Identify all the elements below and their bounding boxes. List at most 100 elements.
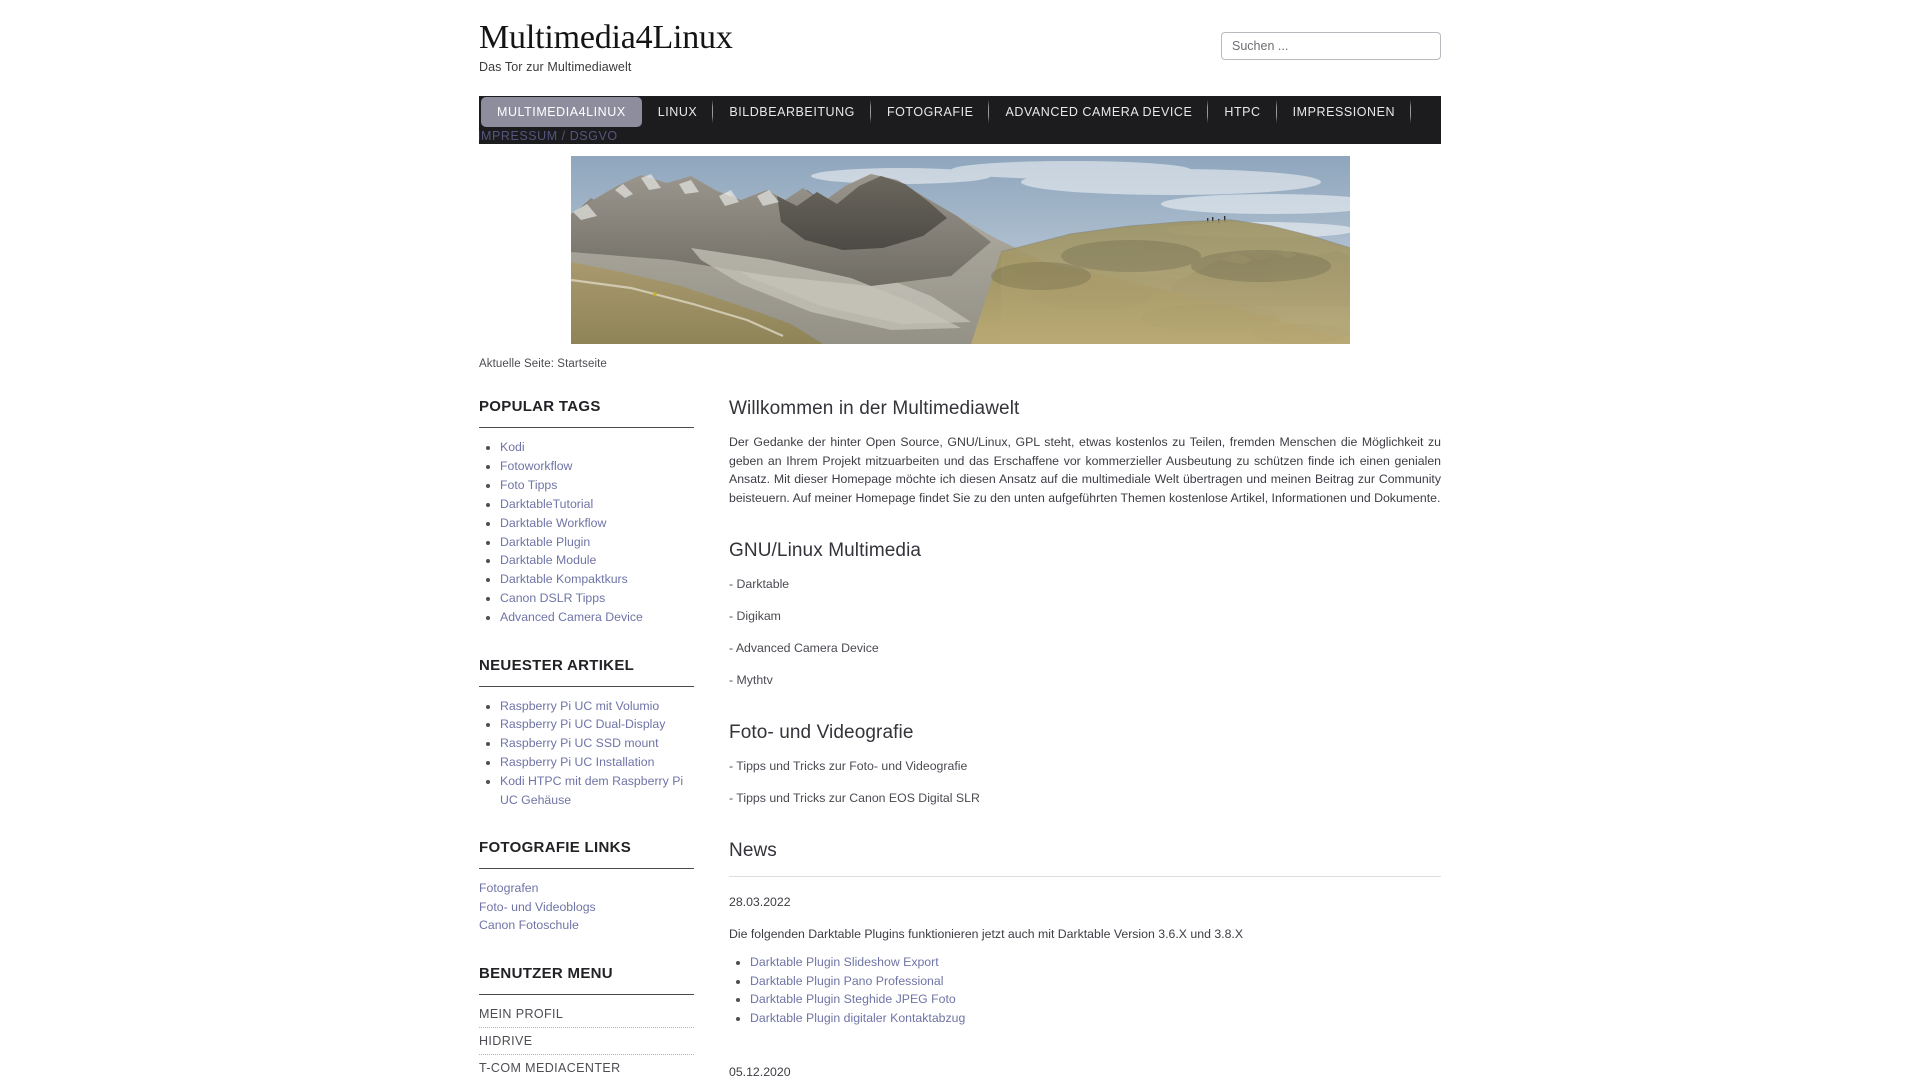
tag-link[interactable]: DarktableTutorial xyxy=(500,497,593,511)
module-latest-articles: NEUESTER ARTIKEL Raspberry Pi UC mit Vol… xyxy=(479,657,694,809)
divider xyxy=(479,994,694,996)
list-item[interactable]: Kodi xyxy=(500,438,694,456)
divider xyxy=(479,685,694,687)
news-entry: 05.12.2020 xyxy=(729,1065,1441,1079)
list-item[interactable]: Raspberry Pi UC Installation xyxy=(500,753,694,771)
tag-link[interactable]: Kodi xyxy=(500,440,525,454)
nav-item-bildbearbeitung[interactable]: BILDBEARBEITUNG xyxy=(713,96,871,127)
site-slogan: Das Tor zur Multimediawelt xyxy=(479,60,632,75)
page-root: Multimedia4Linux Das Tor zur Multimediaw… xyxy=(0,0,1920,1080)
tag-link[interactable]: Darktable Plugin xyxy=(500,535,590,549)
tag-link[interactable]: Foto Tipps xyxy=(500,478,557,492)
section-title-news: News xyxy=(729,840,777,862)
menu-item-mein-profil[interactable]: MEIN PROFIL xyxy=(479,1005,694,1029)
nav-item-fotografie[interactable]: FOTOGRAFIE xyxy=(871,96,990,127)
breadcrumb: Aktuelle Seite: Startseite xyxy=(479,358,607,370)
news-date: 05.12.2020 xyxy=(729,1065,791,1079)
search-input[interactable] xyxy=(1221,32,1441,60)
gnu-linux-item: - Advanced Camera Device xyxy=(729,641,879,656)
main-navigation: MULTIMEDIA4LINUX LINUX BILDBEARBEITUNG F… xyxy=(479,96,1441,144)
list-item[interactable]: Raspberry Pi UC mit Volumio xyxy=(500,697,694,715)
list-item[interactable]: Foto Tipps xyxy=(500,476,694,494)
tag-link[interactable]: Darktable Kompaktkurs xyxy=(500,572,628,586)
latest-articles-list: Raspberry Pi UC mit Volumio Raspberry Pi… xyxy=(479,697,694,809)
article-link[interactable]: Raspberry Pi UC Installation xyxy=(500,755,654,769)
nav-item-linux[interactable]: LINUX xyxy=(642,96,714,127)
page-title: Willkommen in der Multimediawelt xyxy=(729,398,1020,419)
news-links-list: Darktable Plugin Slideshow Export Darkta… xyxy=(729,953,1441,1027)
site-header: Multimedia4Linux Das Tor zur Multimediaw… xyxy=(479,18,1441,96)
article-link[interactable]: Raspberry Pi UC mit Volumio xyxy=(500,699,659,713)
divider xyxy=(479,427,694,428)
list-item[interactable]: Kodi HTPC mit dem Raspberry Pi UC Gehäus… xyxy=(500,772,694,809)
list-item[interactable]: Darktable Workflow xyxy=(500,514,694,532)
module-title-latest-articles: NEUESTER ARTIKEL xyxy=(479,656,635,674)
photo-links-list: Fotografen Foto- und Videoblogs Canon Fo… xyxy=(479,879,694,935)
nav-item-impressionen[interactable]: IMPRESSIONEN xyxy=(1277,96,1412,127)
list-item[interactable]: Foto- und Videoblogs xyxy=(479,898,694,917)
list-item[interactable]: Raspberry Pi UC SSD mount xyxy=(500,734,694,752)
body-columns: POPULAR TAGS Kodi Fotoworkflow Foto Tipp… xyxy=(479,398,1441,1080)
list-item[interactable]: Advanced Camera Device xyxy=(500,608,694,626)
foto-video-item: - Tipps und Tricks zur Canon EOS Digital… xyxy=(729,791,980,806)
list-item[interactable]: Fotoworkflow xyxy=(500,457,694,475)
module-user-menu: BENUTZER MENU MEIN PROFIL HIDRIVE T-COM … xyxy=(479,965,694,1080)
list-item[interactable]: Raspberry Pi UC Dual-Display xyxy=(500,715,694,733)
divider xyxy=(729,876,1441,878)
news-link[interactable]: Darktable Plugin digitaler Kontaktabzug xyxy=(750,1011,965,1025)
nav-row-primary: MULTIMEDIA4LINUX LINUX BILDBEARBEITUNG F… xyxy=(479,96,1441,127)
nav-row-secondary: IMPRESSUM / DSGVO xyxy=(479,127,1441,144)
tag-link[interactable]: Advanced Camera Device xyxy=(500,610,643,624)
gnu-linux-item: - Darktable xyxy=(729,577,790,592)
nav-item-multimedia4linux[interactable]: MULTIMEDIA4LINUX xyxy=(481,97,642,127)
news-entry: 28.03.2022 Die folgenden Darktable Plugi… xyxy=(729,895,1441,1027)
mountain-panorama-graphic xyxy=(570,156,1350,344)
header-banner-image xyxy=(570,156,1350,344)
sidebar: POPULAR TAGS Kodi Fotoworkflow Foto Tipp… xyxy=(479,398,694,1080)
divider xyxy=(479,868,694,869)
list-item[interactable]: Darktable Plugin Pano Professional xyxy=(750,972,1441,990)
article-link[interactable]: Kodi HTPC mit dem Raspberry Pi UC Gehäus… xyxy=(500,774,683,806)
news-text: Die folgenden Darktable Plugins funktion… xyxy=(729,927,1244,942)
menu-item-t-com-mediacenter[interactable]: T-COM MEDIACENTER xyxy=(479,1055,694,1080)
module-photo-links: FOTOGRAFIE LINKS Fotografen Foto- und Vi… xyxy=(479,839,694,935)
page-wrapper: Multimedia4Linux Das Tor zur Multimediaw… xyxy=(479,0,1441,1080)
gnu-linux-item: - Digikam xyxy=(729,609,781,624)
module-title-popular-tags: POPULAR TAGS xyxy=(479,398,601,415)
main-content: Willkommen in der Multimediawelt Der Ged… xyxy=(694,398,1441,1080)
list-item[interactable]: Darktable Plugin Slideshow Export xyxy=(750,953,1441,971)
nav-item-htpc[interactable]: HTPC xyxy=(1208,96,1277,127)
foto-video-item: - Tipps und Tricks zur Foto- und Videogr… xyxy=(729,759,968,774)
list-item[interactable]: Darktable Plugin Steghide JPEG Foto xyxy=(750,990,1441,1008)
list-item[interactable]: Canon Fotoschule xyxy=(479,916,694,935)
news-link[interactable]: Darktable Plugin Slideshow Export xyxy=(750,955,939,969)
news-link[interactable]: Darktable Plugin Pano Professional xyxy=(750,974,943,988)
nav-item-impressum-dsgvo[interactable]: IMPRESSUM / DSGVO xyxy=(479,129,618,143)
list-item[interactable]: Darktable Kompaktkurs xyxy=(500,570,694,588)
list-item[interactable]: Fotografen xyxy=(479,879,694,898)
news-date: 28.03.2022 xyxy=(729,895,791,910)
nav-item-advanced-camera-device[interactable]: ADVANCED CAMERA DEVICE xyxy=(989,96,1209,127)
tag-link[interactable]: Fotoworkflow xyxy=(500,459,572,473)
gnu-linux-item: - Mythtv xyxy=(729,673,773,688)
list-item[interactable]: Darktable Plugin xyxy=(500,533,694,551)
section-title-gnu-linux: GNU/Linux Multimedia xyxy=(729,540,922,562)
module-popular-tags: POPULAR TAGS Kodi Fotoworkflow Foto Tipp… xyxy=(479,398,694,627)
popular-tags-list: Kodi Fotoworkflow Foto Tipps DarktableTu… xyxy=(479,438,694,627)
tag-link[interactable]: Canon DSLR Tipps xyxy=(500,591,605,605)
tag-link[interactable]: Darktable Workflow xyxy=(500,516,606,530)
user-menu-list: MEIN PROFIL HIDRIVE T-COM MEDIACENTER ME… xyxy=(479,1005,694,1080)
module-title-photo-links: FOTOGRAFIE LINKS xyxy=(479,839,632,856)
section-title-foto-video: Foto- und Videografie xyxy=(729,722,914,744)
intro-paragraph: Der Gedanke der hinter Open Source, GNU/… xyxy=(729,435,1441,505)
list-item[interactable]: Darktable Plugin digitaler Kontaktabzug xyxy=(750,1009,1441,1027)
menu-item-hidrive[interactable]: HIDRIVE xyxy=(479,1028,694,1056)
list-item[interactable]: Canon DSLR Tipps xyxy=(500,589,694,607)
list-item[interactable]: Darktable Module xyxy=(500,551,694,569)
article-link[interactable]: Raspberry Pi UC SSD mount xyxy=(500,736,659,750)
article-link[interactable]: Raspberry Pi UC Dual-Display xyxy=(500,717,665,731)
tag-link[interactable]: Darktable Module xyxy=(500,553,596,567)
list-item[interactable]: DarktableTutorial xyxy=(500,495,694,513)
news-link[interactable]: Darktable Plugin Steghide JPEG Foto xyxy=(750,992,956,1006)
